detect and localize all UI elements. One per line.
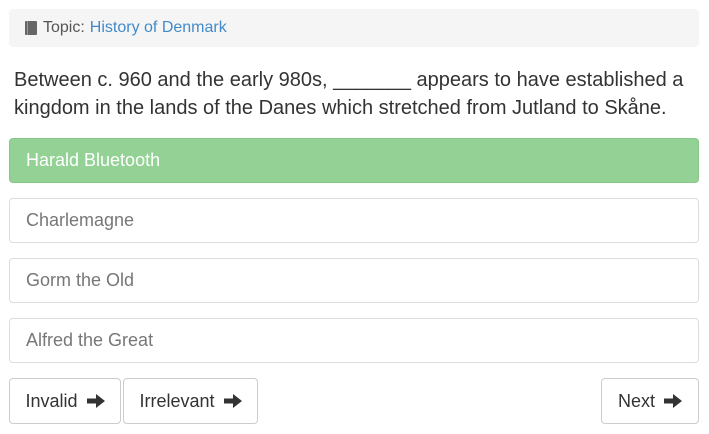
next-button[interactable]: Next [601, 378, 699, 424]
arrow-right-icon [223, 394, 242, 408]
invalid-button[interactable]: Invalid [9, 378, 121, 424]
book-icon [25, 21, 37, 35]
irrelevant-button-label: Irrelevant [139, 390, 215, 411]
question-text: Between c. 960 and the early 980s, _____… [14, 69, 684, 119]
answer-option-2[interactable]: Charlemagne [9, 198, 699, 243]
answer-option-4[interactable]: Alfred the Great [9, 318, 699, 363]
invalid-button-label: Invalid [25, 390, 78, 411]
topic-bar: Topic: History of Denmark [9, 9, 699, 47]
answer-option-1[interactable]: Harald Bluetooth [9, 138, 699, 183]
irrelevant-button[interactable]: Irrelevant [123, 378, 258, 424]
answer-option-3[interactable]: Gorm the Old [9, 258, 699, 303]
arrow-right-icon [664, 394, 682, 408]
next-button-label: Next [617, 390, 655, 411]
topic-label: Topic: [43, 19, 85, 36]
topic-link[interactable]: History of Denmark [90, 19, 227, 37]
arrow-right-icon [86, 394, 105, 408]
